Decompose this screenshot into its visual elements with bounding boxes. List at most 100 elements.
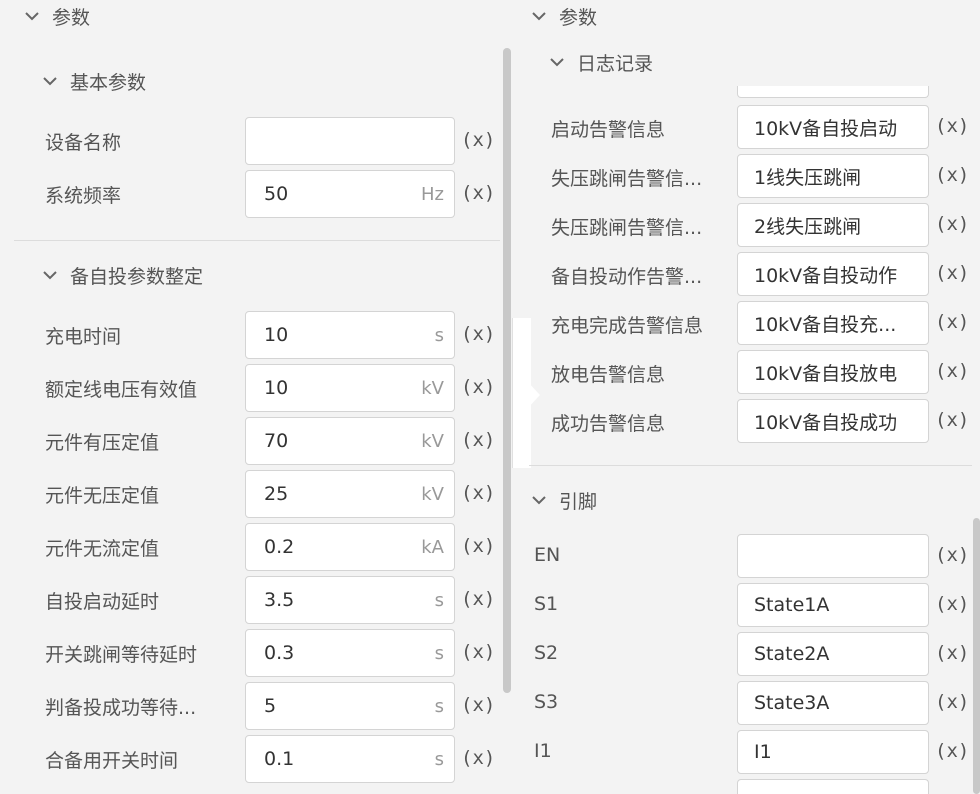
param-label: 元件无压定值	[45, 485, 160, 507]
param-value: 5	[264, 695, 277, 717]
pin-input[interactable]	[737, 779, 929, 794]
param-unit: kV	[421, 483, 444, 505]
log-value: 10kV备自投动作	[754, 264, 898, 287]
section-divider	[529, 465, 972, 466]
chevron-down-icon	[532, 12, 546, 21]
pin-input[interactable]: I1	[737, 730, 929, 774]
log-input[interactable]: 10kV备自投成功	[737, 399, 929, 443]
param-label: 自投启动延时	[45, 591, 160, 613]
param-value: 25	[264, 483, 289, 505]
expression-toggle-button[interactable]: (x)	[461, 535, 495, 557]
param-input[interactable]: 70 kV	[245, 417, 455, 465]
expression-toggle-button[interactable]: (x)	[461, 323, 495, 345]
left-params-header[interactable]: 参数	[22, 2, 90, 30]
param-unit: s	[434, 748, 444, 770]
pin-input[interactable]: State2A	[737, 632, 929, 676]
param-value: 0.1	[264, 748, 295, 770]
param-unit: s	[434, 589, 444, 611]
param-input[interactable]: 0.3 s	[245, 629, 455, 677]
pin-value: I1	[754, 741, 772, 763]
log-label: 启动告警信息	[551, 119, 666, 141]
param-label: 充电时间	[45, 326, 122, 348]
pins-section-header[interactable]: 引脚	[529, 486, 597, 514]
expression-toggle-button[interactable]: (x)	[935, 544, 969, 566]
param-unit: Hz	[421, 183, 444, 205]
expression-toggle-button[interactable]: (x)	[461, 429, 495, 451]
left-scrollbar[interactable]	[503, 48, 511, 693]
log-value: 1线失压跳闸	[754, 166, 862, 189]
expression-toggle-button[interactable]: (x)	[935, 409, 969, 431]
pin-value: State3A	[754, 692, 830, 714]
log-section-header[interactable]: 日志记录	[547, 48, 653, 76]
log-label: 失压跳闸告警信...	[551, 168, 703, 190]
backup-params-header[interactable]: 备自投参数整定	[40, 261, 203, 289]
param-input[interactable]: 0.1 s	[245, 735, 455, 783]
right-params-header[interactable]: 参数	[529, 2, 597, 30]
right-scrollbar[interactable]	[973, 518, 980, 794]
log-label: 备自投动作告警...	[551, 266, 703, 288]
param-input[interactable]: 50 Hz	[245, 170, 455, 218]
pin-input[interactable]: State3A	[737, 681, 929, 725]
log-input[interactable]: 1线失压跳闸	[737, 154, 929, 198]
chevron-down-icon	[43, 271, 57, 280]
expression-toggle-button[interactable]: (x)	[935, 164, 969, 186]
expression-toggle-button[interactable]: (x)	[935, 593, 969, 615]
log-input[interactable]: 2线失压跳闸	[737, 203, 929, 247]
param-input[interactable]: 10 s	[245, 311, 455, 359]
param-input[interactable]: 3.5 s	[245, 576, 455, 624]
log-value: 2线失压跳闸	[754, 215, 862, 238]
log-input[interactable]: 10kV备自投充...	[737, 301, 929, 345]
log-label: 失压跳闸告警信...	[551, 217, 703, 239]
expression-toggle-button[interactable]: (x)	[935, 311, 969, 333]
log-input[interactable]: 10kV备自投动作	[737, 252, 929, 296]
expression-toggle-button[interactable]: (x)	[461, 747, 495, 769]
expression-toggle-button[interactable]: (x)	[461, 588, 495, 610]
param-label: 元件无流定值	[45, 538, 160, 560]
chevron-down-icon	[43, 77, 57, 86]
log-input[interactable]: 10kV备自投启动	[737, 105, 929, 149]
expression-toggle-button[interactable]: (x)	[935, 360, 969, 382]
expression-toggle-button[interactable]: (x)	[461, 376, 495, 398]
pin-input[interactable]: State1A	[737, 583, 929, 627]
chevron-down-icon	[532, 496, 546, 505]
param-input[interactable]: 0.2 kA	[245, 523, 455, 571]
param-label: 判备投成功等待...	[45, 697, 197, 719]
expression-toggle-button[interactable]: (x)	[935, 213, 969, 235]
param-value: 0.2	[264, 536, 295, 558]
param-label: 元件有压定值	[45, 432, 160, 454]
expression-toggle-button[interactable]: (x)	[935, 262, 969, 284]
expression-toggle-button[interactable]: (x)	[935, 691, 969, 713]
chevron-down-icon	[25, 12, 39, 21]
param-input[interactable]	[737, 86, 929, 98]
param-input[interactable]: 25 kV	[245, 470, 455, 518]
expression-toggle-button[interactable]: (x)	[935, 642, 969, 664]
expression-toggle-button[interactable]: (x)	[935, 740, 969, 762]
expression-toggle-button[interactable]: (x)	[461, 641, 495, 663]
section-title: 备自投参数整定	[70, 265, 204, 288]
chevron-down-icon	[550, 58, 564, 67]
log-label: 成功告警信息	[551, 413, 666, 435]
log-value: 10kV备自投充...	[754, 313, 897, 336]
expression-toggle-button[interactable]: (x)	[461, 182, 495, 204]
param-input[interactable]: 10 kV	[245, 364, 455, 412]
param-value: 3.5	[264, 589, 295, 611]
param-input[interactable]	[245, 117, 455, 165]
param-label: 系统频率	[45, 185, 122, 207]
expression-toggle-button[interactable]: (x)	[461, 694, 495, 716]
param-input[interactable]: 5s	[245, 682, 455, 730]
section-title: 引脚	[559, 490, 598, 513]
expression-toggle-button[interactable]: (x)	[935, 115, 969, 137]
param-value: 10	[264, 324, 289, 346]
expression-toggle-button[interactable]: (x)	[461, 482, 495, 504]
splitter-arrow-icon	[526, 380, 540, 410]
log-input[interactable]: 10kV备自投放电	[737, 350, 929, 394]
param-unit: s	[434, 324, 444, 346]
param-label: 设备名称	[45, 132, 122, 154]
expression-toggle-button[interactable]: (x)	[461, 129, 495, 151]
basic-params-header[interactable]: 基本参数	[40, 67, 146, 95]
pin-label: S1	[534, 593, 559, 615]
log-value: 10kV备自投放电	[754, 362, 898, 385]
param-unit: s	[434, 695, 444, 717]
section-title: 日志记录	[577, 52, 654, 75]
pin-input[interactable]	[737, 534, 929, 578]
